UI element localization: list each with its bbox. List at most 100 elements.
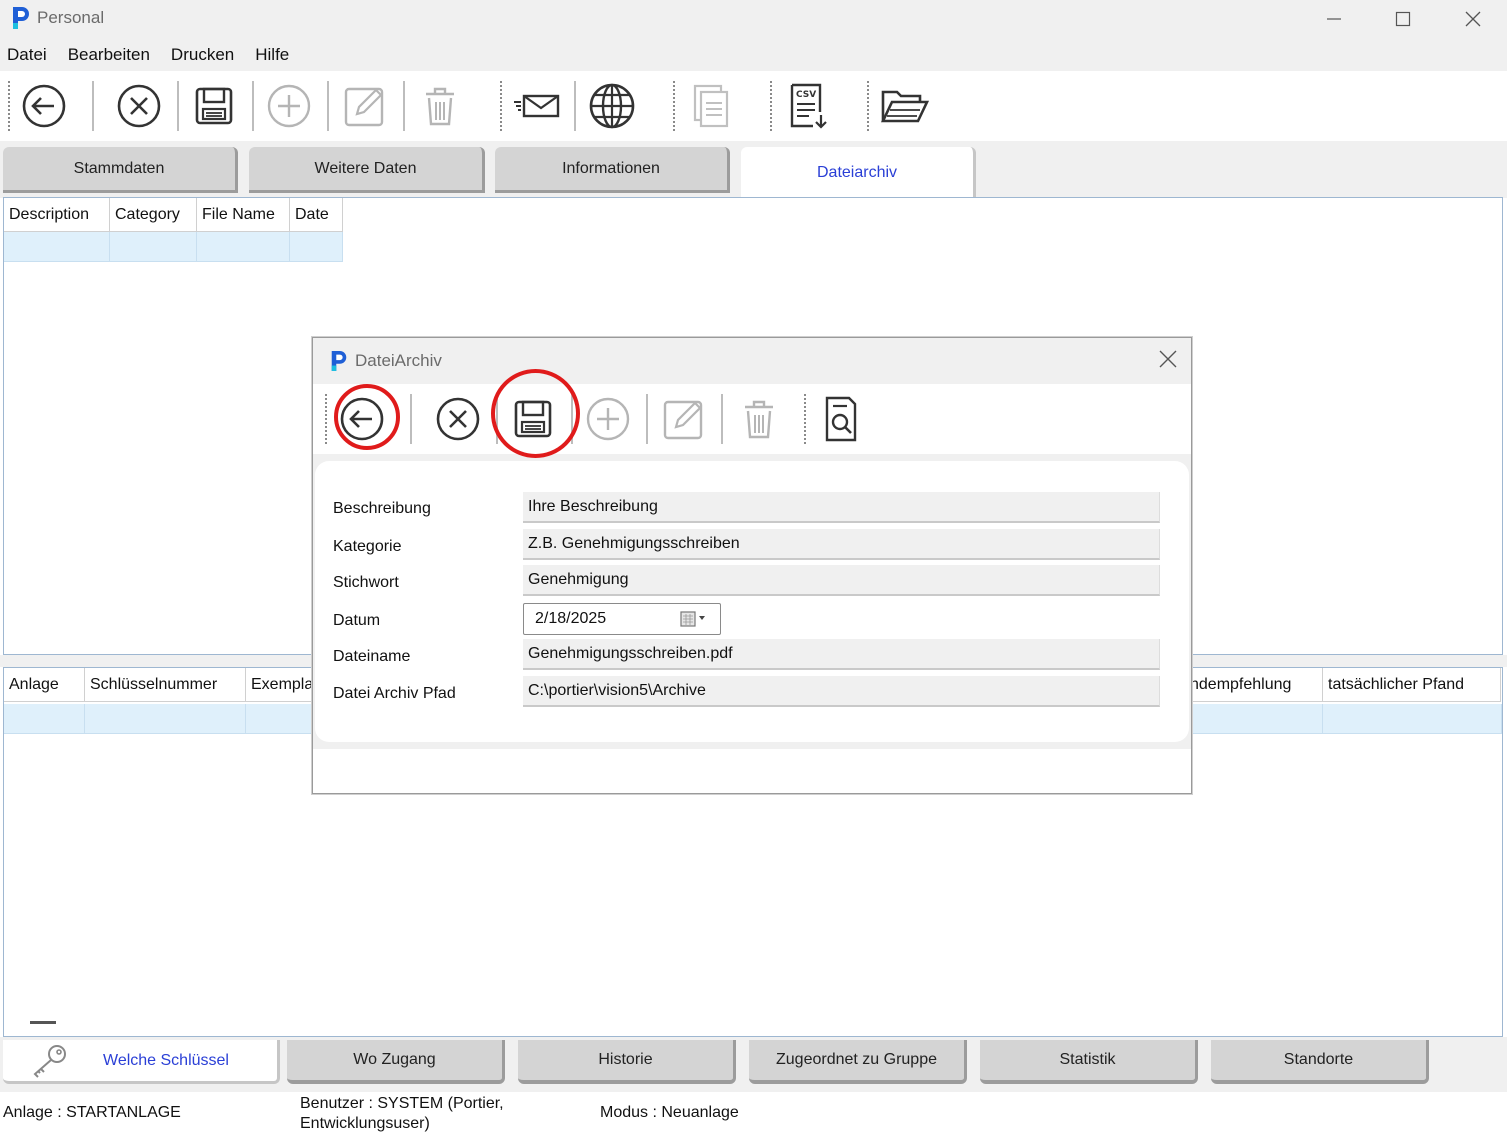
email-icon — [514, 94, 560, 118]
tab-standorte[interactable]: Standorte — [1211, 1040, 1429, 1084]
close-button[interactable] — [1444, 0, 1502, 38]
window-titlebar: Personal — [0, 0, 1507, 38]
tab-label: Welche Schlüssel — [103, 1051, 229, 1069]
tab-zugeordnet-zu-gruppe[interactable]: Zugeordnet zu Gruppe — [749, 1040, 967, 1084]
column-header-pfandempfehlung[interactable]: ndempfehlung — [1190, 668, 1323, 702]
toolbar-separator — [496, 394, 498, 444]
tab-historie[interactable]: Historie — [518, 1040, 736, 1084]
csv-export-button[interactable]: CSV — [783, 81, 833, 131]
dateiname-input[interactable]: Genehmigungsschreiben.pdf — [523, 639, 1160, 670]
table-row[interactable] — [4, 232, 343, 262]
email-button[interactable] — [512, 81, 562, 131]
menu-bearbeiten[interactable]: Bearbeiten — [68, 45, 150, 65]
tab-wo-zugang[interactable]: Wo Zugang — [287, 1040, 505, 1084]
tab-label: Zugeordnet zu Gruppe — [776, 1051, 937, 1068]
tab-welche-schluessel[interactable]: Welche Schlüssel — [3, 1040, 280, 1084]
tab-label: Statistik — [1059, 1051, 1116, 1068]
dialog-document-search-button[interactable] — [816, 394, 866, 444]
close-icon[interactable] — [1159, 350, 1177, 368]
tab-stammdaten[interactable]: Stammdaten — [3, 147, 238, 193]
datum-value: 2/18/2025 — [535, 610, 607, 627]
datei-archiv-pfad-input[interactable]: C:\portier\vision5\Archive — [523, 676, 1160, 707]
tab-label: Historie — [598, 1051, 653, 1068]
dialog-save-button[interactable] — [508, 394, 558, 444]
menu-datei[interactable]: Datei — [7, 45, 47, 65]
toolbar-grip — [500, 81, 502, 131]
stichwort-input[interactable]: Genehmigung — [523, 565, 1160, 596]
toolbar-separator — [646, 394, 648, 444]
table-cell — [85, 704, 246, 734]
column-header-date[interactable]: Date — [290, 198, 343, 232]
edit-button[interactable] — [340, 81, 390, 131]
status-bar: Anlage : STARTANLAGE Benutzer : SYSTEM (… — [0, 1092, 1507, 1135]
back-arrow-icon — [340, 397, 384, 441]
dialog-titlebar: DateiArchiv — [313, 338, 1191, 384]
table-cell — [1190, 704, 1323, 734]
label-beschreibung: Beschreibung — [333, 500, 431, 517]
grid-header: Description Category File Name Date — [4, 198, 343, 232]
table-cell — [290, 232, 343, 262]
column-header-file-name[interactable]: File Name — [197, 198, 290, 232]
kategorie-input[interactable]: Z.B. Genehmigungsschreiben — [523, 529, 1160, 560]
dialog-toolbar — [313, 384, 1191, 454]
cancel-icon — [436, 397, 480, 441]
table-cell — [197, 232, 290, 262]
maximize-button[interactable] — [1374, 0, 1432, 38]
main-tabstrip: Stammdaten Weitere Daten Informationen D… — [0, 141, 1507, 199]
column-header-anlage[interactable]: Anlage — [4, 668, 85, 702]
dialog-back-button[interactable] — [337, 394, 387, 444]
cancel-button[interactable] — [114, 81, 164, 131]
open-folder-button[interactable] — [880, 81, 930, 131]
tab-dateiarchiv[interactable]: Dateiarchiv — [741, 147, 976, 199]
menu-hilfe[interactable]: Hilfe — [255, 45, 289, 65]
calendar-dropdown-icon[interactable] — [680, 610, 712, 628]
dialog-edit-button[interactable] — [659, 394, 709, 444]
tab-informationen[interactable]: Informationen — [495, 147, 730, 193]
add-icon — [586, 397, 630, 441]
tab-weitere-daten[interactable]: Weitere Daten — [249, 147, 485, 193]
status-anlage: Anlage : STARTANLAGE — [3, 1104, 181, 1121]
save-button[interactable] — [189, 81, 239, 131]
column-header-category[interactable]: Category — [110, 198, 197, 232]
back-arrow-icon — [22, 84, 66, 128]
globe-button[interactable] — [587, 81, 637, 131]
toolbar-separator — [403, 81, 405, 131]
beschreibung-input[interactable]: Ihre Beschreibung — [523, 492, 1160, 523]
dialog-delete-button[interactable] — [734, 394, 784, 444]
minimize-button[interactable] — [1305, 0, 1363, 38]
toolbar-grip — [8, 81, 10, 131]
dialog-cancel-button[interactable] — [433, 394, 483, 444]
resize-grip[interactable] — [30, 1021, 56, 1024]
csv-export-icon: CSV — [790, 83, 827, 129]
tab-label: Weitere Daten — [314, 159, 417, 177]
dateiarchiv-dialog: DateiArchiv Beschreibung Ihre Beschreibu… — [312, 337, 1192, 794]
column-header-exemplar[interactable]: Exempla — [246, 668, 316, 702]
window-title: Personal — [37, 8, 105, 27]
copy-icon — [693, 84, 729, 128]
tab-label: Dateiarchiv — [816, 164, 898, 181]
table-cell — [110, 232, 197, 262]
delete-button[interactable] — [415, 81, 465, 131]
maximize-icon — [1395, 11, 1411, 27]
toolbar-separator — [410, 394, 412, 444]
datum-date-picker[interactable]: 2/18/2025 — [523, 603, 721, 635]
grid-header-right: ndempfehlung tatsächlicher Pfand — [1190, 668, 1501, 702]
copy-button[interactable] — [686, 81, 736, 131]
dialog-add-button[interactable] — [583, 394, 633, 444]
document-search-icon — [825, 396, 857, 442]
globe-icon — [589, 83, 635, 129]
toolbar-grip — [673, 81, 675, 131]
column-header-schluesselnummer[interactable]: Schlüsselnummer — [85, 668, 246, 702]
menu-drucken[interactable]: Drucken — [171, 45, 234, 65]
toolbar-grip — [804, 394, 806, 444]
tab-label: Informationen — [562, 159, 660, 177]
tab-statistik[interactable]: Statistik — [980, 1040, 1198, 1084]
toolbar-grip — [770, 81, 772, 131]
status-benutzer: Benutzer : SYSTEM (Portier, — [300, 1095, 504, 1112]
minimize-icon — [1327, 18, 1341, 20]
delete-icon — [426, 87, 454, 126]
back-button[interactable] — [19, 81, 69, 131]
column-header-tatsaechlicher-pfand[interactable]: tatsächlicher Pfand — [1323, 668, 1501, 702]
add-button[interactable] — [264, 81, 314, 131]
column-header-description[interactable]: Description — [4, 198, 110, 232]
